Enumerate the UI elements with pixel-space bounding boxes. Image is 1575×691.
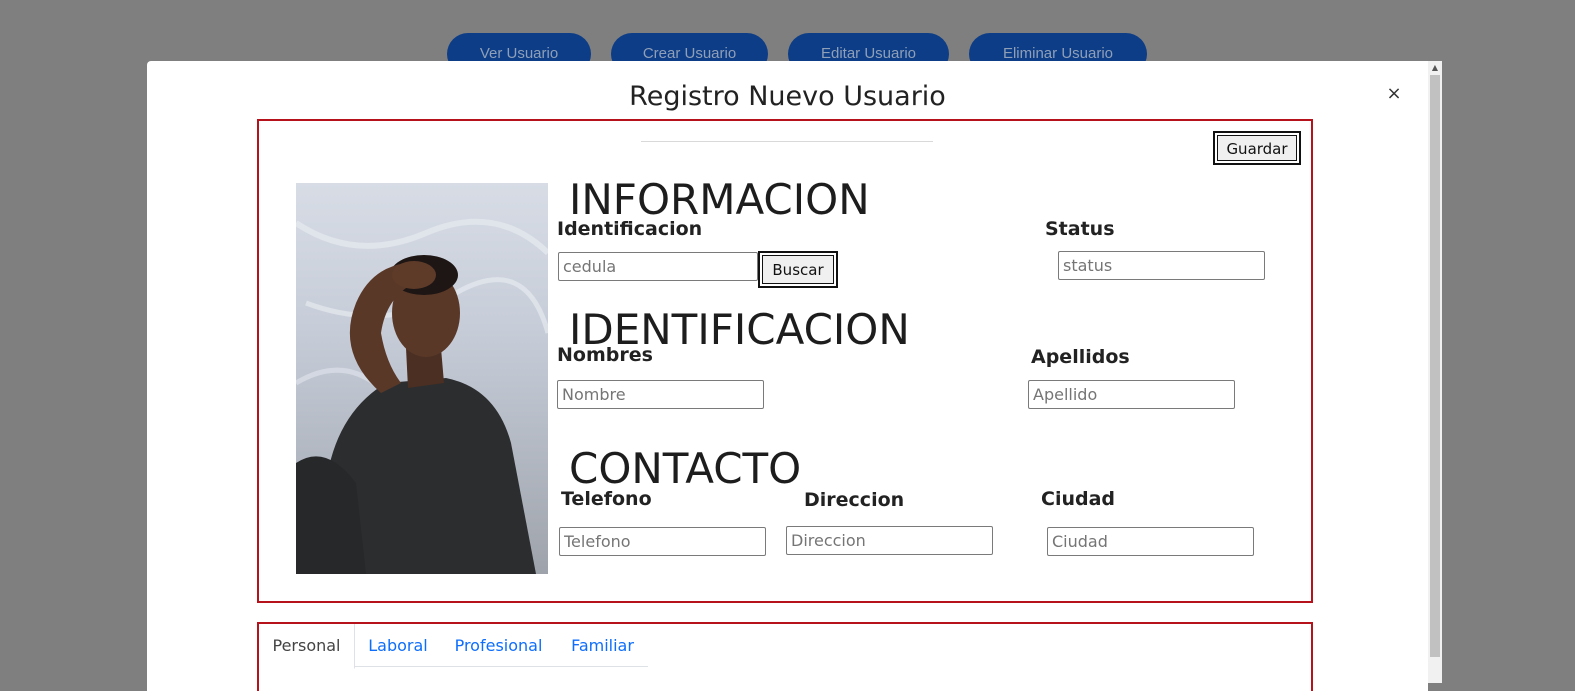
telefono-input[interactable] bbox=[559, 527, 766, 556]
apellidos-label: Apellidos bbox=[1031, 346, 1130, 368]
cedula-input[interactable] bbox=[558, 252, 758, 281]
tab-personal[interactable]: Personal bbox=[259, 624, 355, 669]
tab-profesional[interactable]: Profesional bbox=[441, 624, 556, 668]
telefono-label: Telefono bbox=[561, 488, 652, 510]
status-input[interactable] bbox=[1058, 251, 1265, 280]
ciudad-input[interactable] bbox=[1047, 527, 1254, 556]
tab-familiar[interactable]: Familiar bbox=[556, 624, 649, 668]
modal-title: Registro Nuevo Usuario bbox=[629, 81, 946, 112]
identificacion-label: Identificacion bbox=[557, 218, 703, 240]
scroll-thumb[interactable] bbox=[1430, 75, 1440, 657]
apellido-input[interactable] bbox=[1028, 380, 1235, 409]
user-photo bbox=[296, 183, 548, 574]
ciudad-label: Ciudad bbox=[1041, 488, 1116, 510]
section-heading-informacion: INFORMACION bbox=[569, 175, 870, 224]
title-divider bbox=[641, 141, 933, 142]
section-heading-contacto: CONTACTO bbox=[569, 444, 802, 493]
direccion-input[interactable] bbox=[786, 526, 993, 555]
tab-laboral[interactable]: Laboral bbox=[355, 624, 441, 668]
new-user-modal: Registro Nuevo Usuario × Guardar INFORMA… bbox=[147, 61, 1428, 691]
scroll-up-icon[interactable]: ▲ bbox=[1428, 61, 1442, 75]
buscar-button[interactable]: Buscar bbox=[758, 251, 838, 288]
status-label: Status bbox=[1045, 218, 1115, 240]
buscar-button-label: Buscar bbox=[762, 255, 834, 284]
nombres-label: Nombres bbox=[557, 344, 653, 366]
close-icon[interactable]: × bbox=[1386, 83, 1402, 105]
user-photo-illustration bbox=[296, 218, 548, 574]
save-button[interactable]: Guardar bbox=[1213, 131, 1301, 165]
nombre-input[interactable] bbox=[557, 380, 764, 409]
tabs-panel: Personal Laboral Profesional Familiar bbox=[257, 622, 1313, 691]
user-form-panel: Guardar INFORMACION Identificacion cedul… bbox=[257, 119, 1313, 603]
modal-scrollbar[interactable]: ▲ bbox=[1428, 61, 1442, 683]
save-button-label: Guardar bbox=[1217, 135, 1297, 161]
direccion-label: Direccion bbox=[804, 489, 905, 511]
